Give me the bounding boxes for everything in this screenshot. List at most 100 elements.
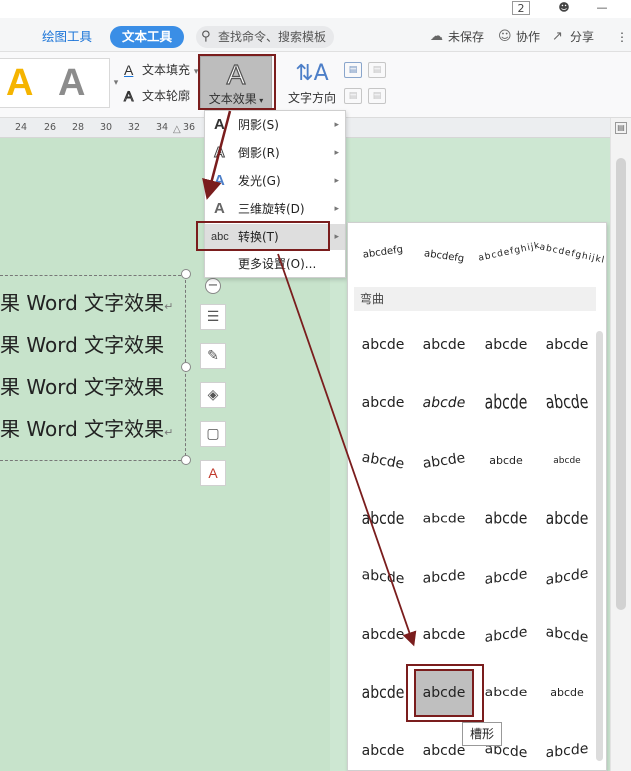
warp-option[interactable]: abcde <box>355 613 411 657</box>
window-badge[interactable]: 2 <box>512 1 530 15</box>
menu-label: 更多设置(O)... <box>238 257 317 271</box>
warp-option[interactable]: abcde <box>478 439 534 483</box>
text-direction-button[interactable]: ⇅A 文字方向 <box>284 56 340 109</box>
menu-item-glow[interactable]: A 发光(G) ▸ <box>205 168 345 194</box>
minimize-button[interactable]: — <box>594 1 610 15</box>
menu-label: 转换(T) <box>238 230 279 244</box>
document-line: 果 Word 文字效果↵ <box>0 417 174 441</box>
text-box-unlink-icon[interactable]: ▤ <box>368 62 386 78</box>
warp-option[interactable]: abcde <box>416 613 472 657</box>
share-icon: ↗ <box>552 29 563 44</box>
shape-outline-icon[interactable]: ▢ <box>200 421 226 447</box>
ruler-tick: 26 <box>44 122 57 133</box>
share-label: 分享 <box>570 30 595 44</box>
warp-option[interactable]: abcde <box>416 323 472 367</box>
document-line: 果 Word 文字效果 <box>0 375 165 399</box>
warp-option[interactable]: abcde <box>539 493 595 546</box>
warp-option[interactable]: abcde <box>535 374 599 431</box>
text-box-prev-icon[interactable]: ▤ <box>344 88 362 104</box>
text-box-next-icon[interactable]: ▤ <box>368 88 386 104</box>
warp-option[interactable]: abcde <box>539 550 595 604</box>
warp-option[interactable]: abcde <box>355 729 411 771</box>
search-input[interactable]: ⚲ 查找命令、搜索模板 <box>196 26 334 48</box>
indent-marker-icon[interactable]: △ <box>173 124 181 135</box>
style-gray-a-icon[interactable]: A <box>58 61 85 105</box>
warp-option-trough[interactable]: abcde <box>414 669 474 717</box>
warp-option[interactable]: abcde <box>355 381 411 425</box>
avatar-icon[interactable]: ☻ <box>556 1 572 15</box>
warp-option[interactable]: abcde <box>478 372 534 434</box>
shape-style-icon[interactable]: ✎ <box>200 343 226 369</box>
tab-drawing-tools[interactable]: 绘图工具 <box>30 26 104 48</box>
menu-label: 三维旋转(D) <box>238 202 305 216</box>
ruler-tick: 30 <box>100 122 113 133</box>
unsaved-button[interactable]: ☁ 未保存 <box>428 27 484 47</box>
warp-option[interactable]: abcde <box>413 435 475 486</box>
submenu-arrow-icon: ▸ <box>334 232 339 242</box>
unsaved-label: 未保存 <box>448 30 485 44</box>
menu-item-shadow[interactable]: A 阴影(S) ▸ <box>205 112 345 138</box>
menu-item-reflection[interactable]: A 倒影(R) ▸ <box>205 140 345 166</box>
warp-option[interactable]: abcde <box>355 323 411 367</box>
scrollbar-thumb[interactable] <box>616 158 626 610</box>
text-wrap-icon[interactable]: ☰ <box>200 304 226 330</box>
menu-label: 发光(G) <box>238 174 281 188</box>
transform-gallery: abcdefg abcdefg abcdefghijk abcdefghijkl… <box>347 222 607 771</box>
resize-handle[interactable] <box>181 362 191 372</box>
warp-option[interactable]: abcde <box>478 675 534 710</box>
pane-toggle-icon[interactable]: ▤ <box>615 122 627 134</box>
style-gold-a-icon[interactable]: A <box>6 61 33 105</box>
text-outline-icon: A <box>123 88 134 105</box>
ruler-tick: 32 <box>128 122 141 133</box>
warp-option[interactable]: abcde <box>539 609 595 661</box>
warp-option[interactable]: abcde <box>412 381 476 425</box>
text-box[interactable]: 果 Word 文字效果↵ 果 Word 文字效果 果 Word 文字效果 果 W… <box>0 275 186 461</box>
menu-item-more-settings[interactable]: 更多设置(O)... <box>205 251 345 277</box>
ruler-tick: 24 <box>15 122 28 133</box>
ribbon: A A ▾ A 文本填充 ▾ A 文本轮廓 A 文本效果 ▾ ⇅A 文字方向 ▤… <box>0 52 631 118</box>
warp-option[interactable]: abcde <box>478 494 534 545</box>
text-fill-button[interactable]: A 文本填充 ▾ <box>124 60 198 80</box>
search-label: 查找命令、搜索模板 <box>218 30 327 44</box>
warp-option[interactable]: abcde <box>539 323 595 367</box>
menu-item-3d-rotation[interactable]: A 三维旋转(D) ▸ <box>205 196 345 222</box>
warp-circle[interactable]: abcdefghijk <box>474 226 542 281</box>
more-icon[interactable]: ⋮ <box>612 27 628 47</box>
text-outline-label: 文本轮廓 <box>142 89 191 103</box>
gallery-expand-icon[interactable]: ▾ <box>112 58 120 108</box>
warp-option[interactable]: abcde <box>355 552 411 602</box>
warp-option[interactable]: abcde <box>539 726 595 771</box>
gallery-scrollbar[interactable] <box>596 331 603 761</box>
share-button[interactable]: ↗ 分享 <box>550 27 594 47</box>
tooltip: 槽形 <box>462 722 502 746</box>
shape-fill-icon[interactable]: ◈ <box>200 382 226 408</box>
resize-handle[interactable] <box>181 455 191 465</box>
collab-button[interactable]: ☺ 协作 <box>496 27 540 47</box>
tab-text-tools[interactable]: 文本工具 <box>110 26 185 48</box>
text-style-gallery: A A <box>0 58 110 108</box>
warp-option[interactable]: abcde <box>478 551 534 603</box>
vertical-scrollbar[interactable]: ▤ <box>610 118 631 771</box>
warp-arch-up[interactable]: abcdefg <box>352 227 414 278</box>
warp-option[interactable]: abcde <box>355 667 411 720</box>
warp-option[interactable]: abcde <box>539 671 595 715</box>
warp-button[interactable]: abcdefghijkl <box>535 226 606 281</box>
menu-item-transform[interactable]: abc 转换(T) ▸ <box>205 224 345 250</box>
warp-option[interactable]: abcde <box>539 439 595 483</box>
text-box-link-icon[interactable]: ▤ <box>344 62 362 78</box>
collapse-toolbar-icon[interactable]: − <box>205 278 221 294</box>
resize-handle[interactable] <box>181 269 191 279</box>
warp-option[interactable]: abcde <box>352 434 415 487</box>
transform-abc-icon: abc <box>211 231 229 243</box>
warp-option[interactable]: abcde <box>478 323 534 367</box>
warp-option[interactable]: abcde <box>478 609 534 661</box>
warp-arch-down[interactable]: abcdefg <box>413 231 475 282</box>
warp-option[interactable]: abcde <box>416 553 472 602</box>
text-effect-button[interactable]: A 文本效果 ▾ <box>200 56 272 109</box>
text-outline-button[interactable]: A 文本轮廓 <box>123 86 191 106</box>
text-style-icon[interactable]: A <box>200 460 226 486</box>
warp-option[interactable]: abcde <box>416 499 472 539</box>
document-line: 果 Word 文字效果↵ <box>0 291 174 315</box>
warp-option[interactable]: abcde <box>355 493 411 546</box>
text-direction-icon: ⇅A <box>295 61 329 86</box>
